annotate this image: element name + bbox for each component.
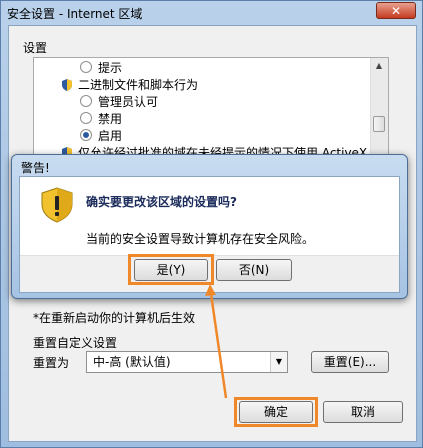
list-item: 二进制文件和脚本行为 (62, 77, 198, 93)
window-title: 安全设置 - Internet 区域 (7, 7, 143, 21)
reset-button[interactable]: 重置(E)... (311, 351, 389, 373)
dialog-heading: 确实要更改该区域的设置吗? (86, 195, 237, 209)
radio-icon[interactable] (80, 95, 92, 107)
list-item[interactable]: 管理员认可 (80, 94, 158, 110)
highlight-box (234, 397, 318, 427)
reset-to-label: 重置为 (33, 356, 70, 370)
list-item[interactable]: 启用 (80, 128, 122, 144)
warning-dialog: 警告! 确实要更改该区域的设置吗? 当前的安全设置导致计算机存在安全风险。 是(… (11, 154, 408, 299)
list-item[interactable]: 提示 (80, 60, 122, 76)
list-item-label: 提示 (98, 61, 123, 75)
list-item-label: 禁用 (98, 112, 123, 126)
dialog-title: 警告! (21, 161, 50, 175)
highlight-box (128, 254, 214, 285)
scroll-thumb[interactable] (373, 116, 385, 132)
settings-group-label: 设置 (23, 41, 48, 55)
cancel-button[interactable]: 取消 (323, 401, 403, 423)
radio-icon[interactable] (80, 112, 92, 124)
list-item[interactable]: 禁用 (80, 111, 122, 127)
reset-group-label: 重置自定义设置 (33, 336, 118, 350)
close-button[interactable]: ✕ (376, 2, 416, 19)
no-button[interactable]: 否(N) (216, 259, 292, 281)
restart-note: *在重新启动你的计算机后生效 (33, 311, 196, 325)
warning-shield-icon (41, 187, 73, 223)
list-item-label: 管理员认可 (98, 95, 159, 109)
reset-level-select[interactable]: 中-高 (默认值) ▼ (86, 351, 288, 373)
scroll-up-icon[interactable]: ▲ (371, 58, 387, 74)
list-item-label: 启用 (98, 129, 123, 143)
settings-icon (62, 79, 72, 91)
radio-selected-icon[interactable] (80, 129, 92, 141)
reset-level-value: 中-高 (默认值) (93, 355, 171, 369)
list-item-label: 二进制文件和脚本行为 (78, 78, 199, 92)
chevron-down-icon[interactable]: ▼ (270, 352, 287, 372)
radio-icon[interactable] (80, 61, 92, 73)
dialog-message: 当前的安全设置导致计算机存在安全风险。 (86, 232, 315, 246)
